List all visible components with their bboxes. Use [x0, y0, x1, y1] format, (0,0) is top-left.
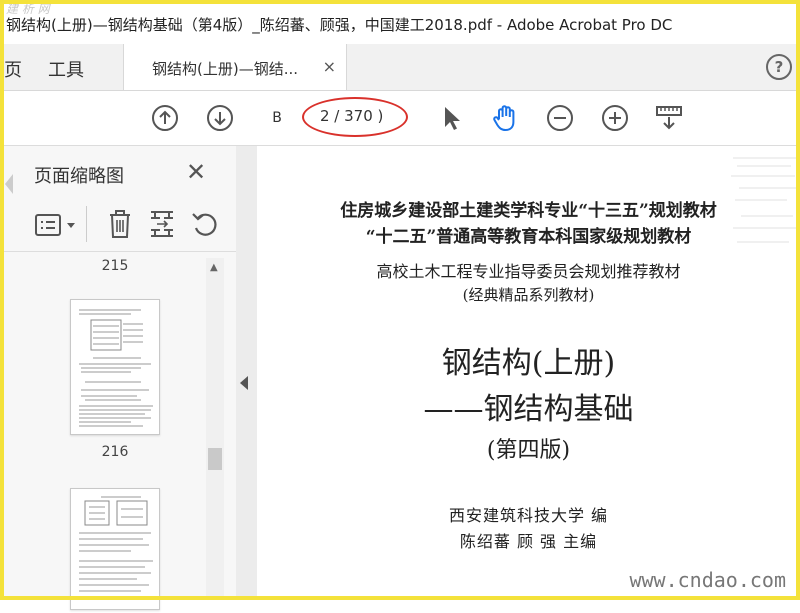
rotate-icon[interactable]	[190, 208, 220, 240]
document-tab-label: 钢结构(上册)—钢结...	[152, 60, 299, 78]
close-tab-icon[interactable]: ×	[323, 57, 336, 76]
tab-tools[interactable]: 工具	[48, 56, 84, 82]
hand-tool-icon[interactable]	[490, 103, 520, 133]
title-bar: 建 析 网 钢结构(上册)—钢结构基础（第4版）_陈绍蕃、顾强，中国建工2018…	[0, 0, 800, 45]
doc-subheading-1: 高校土木工程专业指导委员会规划推荐教材	[376, 262, 681, 281]
doc-edition: (第四版)	[486, 438, 571, 463]
panel-scrollbar[interactable]: ▲	[206, 258, 224, 598]
document-page: 住房城乡建设部土建类学科专业“十三五”规划教材 “十二五”普通高等教育本科国家级…	[257, 146, 800, 600]
page-number-input[interactable]: B	[258, 105, 296, 131]
thumbnail-label-216: 216	[101, 444, 129, 460]
doc-heading-1: 住房城乡建设部土建类学科专业“十三五”规划教材	[340, 201, 717, 221]
doc-book-subtitle: ——钢结构基础	[423, 392, 634, 427]
close-panel-icon[interactable]: ✕	[186, 158, 206, 186]
doc-publisher: 西安建筑科技大学 编	[448, 506, 609, 525]
zoom-in-icon[interactable]	[600, 103, 630, 133]
window-title: 钢结构(上册)—钢结构基础（第4版）_陈绍蕃、顾强，中国建工2018.pdf -…	[6, 16, 673, 34]
thumbnails-panel: 页面缩略图 ✕ 215 216 ▲	[0, 146, 237, 610]
select-cursor-icon[interactable]	[436, 103, 466, 133]
panel-title: 页面缩略图	[34, 166, 124, 187]
collapse-panel-icon[interactable]	[240, 376, 248, 390]
doc-subheading-2: (经典精品系列教材)	[462, 286, 595, 304]
tab-home[interactable]: 页	[4, 56, 22, 82]
tool-divider	[86, 206, 87, 242]
next-page-icon[interactable]	[205, 103, 235, 133]
highlight-annotation	[302, 97, 408, 137]
thumbnail-preview	[79, 309, 153, 427]
document-tab[interactable]: 钢结构(上册)—钢结... ×	[123, 44, 347, 90]
document-gutter	[236, 146, 257, 600]
prev-page-icon[interactable]	[150, 103, 180, 133]
doc-heading-2: “十二五”普通高等教育本科国家级规划教材	[365, 227, 692, 247]
options-menu-icon[interactable]	[34, 210, 78, 240]
zoom-out-icon[interactable]	[545, 103, 575, 133]
thumbnail-page-215[interactable]	[70, 299, 160, 435]
doc-book-title: 钢结构(上册)	[441, 346, 616, 381]
toolbar: B 2 / 370 )	[0, 91, 800, 146]
panel-pointer	[5, 174, 13, 194]
help-icon[interactable]: ?	[766, 54, 792, 80]
thumbnail-label-215: 215	[101, 258, 129, 274]
scroll-thumb[interactable]	[208, 448, 222, 470]
thumbnail-page-216[interactable]	[70, 488, 160, 610]
scroll-up-icon[interactable]: ▲	[210, 262, 218, 273]
watermark-bottom: www.cndao.com	[629, 568, 786, 592]
extract-pages-icon[interactable]	[148, 208, 176, 240]
doc-authors: 陈绍蕃 顾 强 主编	[459, 532, 598, 551]
page-display-icon[interactable]	[654, 103, 684, 133]
thumbnail-preview	[79, 496, 153, 592]
panel-divider	[0, 251, 236, 252]
trash-icon[interactable]	[106, 208, 134, 240]
tab-bar: 页 工具 钢结构(上册)—钢结... × ?	[0, 44, 800, 91]
